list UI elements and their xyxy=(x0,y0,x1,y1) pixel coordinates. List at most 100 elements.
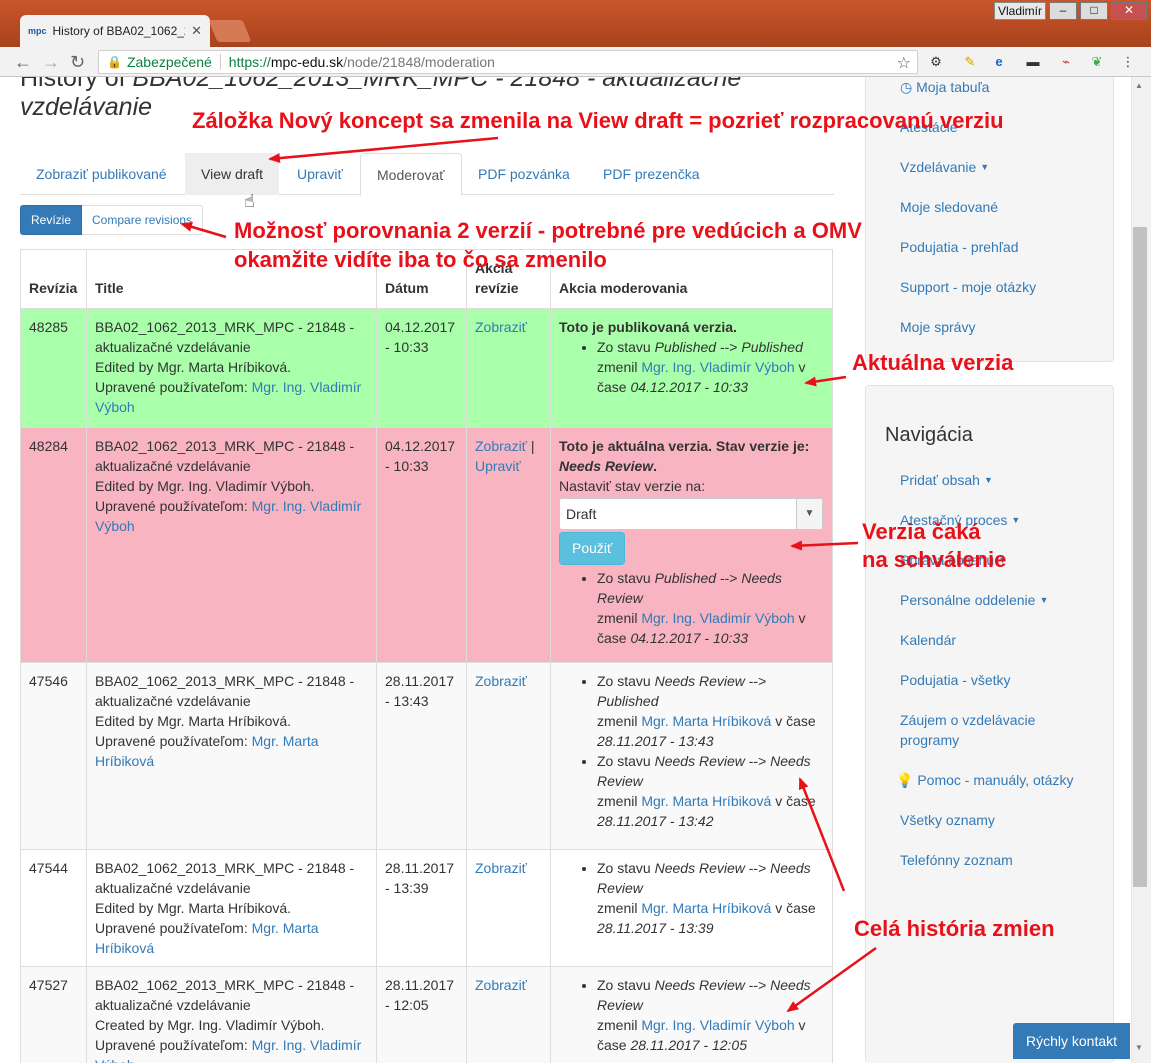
log-user-link[interactable]: Mgr. Ing. Vladimír Výboh xyxy=(641,610,794,626)
view-revision-link[interactable]: Zobraziť xyxy=(475,673,527,689)
bookmark-star-icon[interactable]: ☆ xyxy=(897,53,911,73)
forward-icon[interactable]: → xyxy=(42,52,60,72)
tab-edit[interactable]: Upraviť xyxy=(281,153,359,195)
revision-edited-by: Edited by Mgr. Marta Hríbiková. xyxy=(95,900,292,916)
scrollbar-thumb[interactable] xyxy=(1133,227,1147,887)
tab-moderate[interactable]: Moderovať xyxy=(360,153,462,196)
moderation-heading: Toto je aktuálna verzia. Stav verzie je: xyxy=(559,438,810,454)
back-icon[interactable]: ← xyxy=(14,52,32,72)
moderation-log: Zo stavu Needs Review --> Needs Reviewzm… xyxy=(559,975,824,1055)
close-window-button[interactable]: ✕ xyxy=(1111,2,1147,20)
sidebar-item-calendar[interactable]: Kalendár xyxy=(900,630,956,650)
action-separator: | xyxy=(530,438,535,454)
revision-title-cell: BBA02_1062_2013_MRK_MPC - 21848 - aktual… xyxy=(86,427,377,663)
updated-by-label: Upravené používateľom: xyxy=(95,498,248,514)
sidebar-item-support[interactable]: Support - moje otázky xyxy=(900,277,1036,297)
highlighter-icon[interactable]: ✎ xyxy=(962,54,978,70)
page-title-node: BBA02_1062_2013_MRK_MPC - 21848 - aktual… xyxy=(132,77,742,92)
close-tab-icon[interactable]: ✕ xyxy=(191,23,202,39)
annotation-waiting-1: Verzia čaká xyxy=(862,519,981,544)
table-row: 48285 BBA02_1062_2013_MRK_MPC - 21848 - … xyxy=(20,308,833,428)
sidebar-item-all-notices[interactable]: Všetky oznamy xyxy=(900,810,995,830)
log-time-label: v čase xyxy=(775,793,816,809)
browser-user-badge[interactable]: Vladimír xyxy=(994,2,1046,20)
maximize-button[interactable]: □ xyxy=(1080,2,1108,20)
reload-icon[interactable]: ↻ xyxy=(70,52,85,72)
log-by-label: zmenil xyxy=(597,610,638,626)
url-host: mpc-edu.sk xyxy=(270,54,344,70)
revision-actions: Zobraziť xyxy=(466,849,551,967)
moderation-cell: Zo stavu Needs Review --> Needs Reviewzm… xyxy=(550,966,833,1063)
new-tab-button[interactable] xyxy=(208,20,252,42)
tab-pdf-attendance[interactable]: PDF prezenčka xyxy=(587,153,715,195)
moderation-log: Zo stavu Needs Review --> Publishedzmeni… xyxy=(559,671,824,831)
display-extension-icon[interactable]: ▬ xyxy=(1025,54,1041,70)
revision-title-cell: BBA02_1062_2013_MRK_MPC - 21848 - aktual… xyxy=(86,966,377,1063)
moderation-cell: Zo stavu Needs Review --> Needs Reviewzm… xyxy=(550,849,833,967)
table-row: 47546 BBA02_1062_2013_MRK_MPC - 21848 - … xyxy=(20,662,833,850)
annotation-current-version: Aktuálna verzia xyxy=(852,350,1014,375)
sidebar-item-hr[interactable]: Personálne oddelenie ▼ xyxy=(900,590,1048,610)
quick-contact-button[interactable]: Rýchly kontakt xyxy=(1013,1023,1130,1059)
view-revision-link[interactable]: Zobraziť xyxy=(475,319,527,335)
log-user-link[interactable]: Mgr. Marta Hríbiková xyxy=(641,713,771,729)
view-revision-link[interactable]: Zobraziť xyxy=(475,438,527,454)
revision-edited-by: Edited by Mgr. Ing. Vladimír Výboh. xyxy=(95,478,315,494)
sidebar-item-add-content[interactable]: Pridať obsah ▼ xyxy=(900,470,993,490)
table-row: 47544 BBA02_1062_2013_MRK_MPC - 21848 - … xyxy=(20,849,833,967)
sidebar-item-education[interactable]: Vzdelávanie ▼ xyxy=(900,157,989,177)
moderation-log-entry: Zo stavu Needs Review --> Publishedzmeni… xyxy=(597,671,824,751)
subtab-compare-revisions[interactable]: Compare revisions xyxy=(82,205,204,235)
browser-tab[interactable]: mpc History of BBA02_1062_20 ✕ xyxy=(20,15,210,47)
subtab-revisions[interactable]: Revízie xyxy=(20,205,83,235)
sidebar-item-phone-directory[interactable]: Telefónny zoznam xyxy=(900,850,1013,870)
browser-menu-icon[interactable]: ⋮ xyxy=(1120,54,1136,70)
view-revision-link[interactable]: Zobraziť xyxy=(475,860,527,876)
apply-state-button[interactable]: Použiť xyxy=(559,532,626,565)
address-bar[interactable]: 🔒 Zabezpečené https://mpc-edu.sk/node/21… xyxy=(98,50,918,74)
moderation-log: Zo stavu Published --> Needs Reviewzmeni… xyxy=(559,568,824,648)
hand-cursor-icon: ☝ xyxy=(244,191,255,211)
revision-title-cell: BBA02_1062_2013_MRK_MPC - 21848 - aktual… xyxy=(86,662,377,850)
log-user-link[interactable]: Mgr. Ing. Vladimír Výboh xyxy=(641,1017,794,1033)
minimize-button[interactable]: – xyxy=(1049,2,1077,20)
log-to-state: Published xyxy=(741,339,803,355)
settings-gear-icon[interactable]: ⚙ xyxy=(928,54,944,70)
tab-pdf-invitation[interactable]: PDF pozvánka xyxy=(462,153,586,195)
revision-date: 04.12.2017 - 10:33 xyxy=(376,308,467,428)
tab-view-draft[interactable]: View draft xyxy=(185,153,279,195)
caret-down-icon: ▼ xyxy=(983,475,993,485)
revision-date: 04.12.2017 - 10:33 xyxy=(376,427,467,663)
edit-revision-link[interactable]: Upraviť xyxy=(475,458,521,474)
view-revision-link[interactable]: Zobraziť xyxy=(475,977,527,993)
browser-toolbar: ← → ↻ 🔒 Zabezpečené https://mpc-edu.sk/n… xyxy=(0,47,1151,77)
sidebar-item-all-events[interactable]: Podujatia - všetky xyxy=(900,670,1011,690)
revision-date: 28.11.2017 - 13:39 xyxy=(376,849,467,967)
updated-by-label: Upravené používateľom: xyxy=(95,379,248,395)
revision-id: 47527 xyxy=(20,966,87,1063)
leaf-extension-icon[interactable]: ❦ xyxy=(1089,54,1105,70)
navigation-panel: Navigácia Pridať obsah ▼ Atestačný proces… xyxy=(865,385,1114,1063)
log-from-state: Needs Review xyxy=(654,977,745,993)
pdf-extension-icon[interactable]: ⌁ xyxy=(1058,54,1074,70)
sidebar-item-events-overview[interactable]: Podujatia - prehľad xyxy=(900,237,1019,257)
tab-view-published[interactable]: Zobraziť publikované xyxy=(20,153,183,195)
sidebar-item-program-interest[interactable]: Záujem o vzdelávacie programy xyxy=(900,710,1050,750)
sidebar-item-dashboard[interactable]: ◷ Moja tabuľa xyxy=(900,77,989,97)
col-header-revision: Revízia xyxy=(20,249,87,309)
sidebar-item-my-watched[interactable]: Moje sledované xyxy=(900,197,998,217)
log-user-link[interactable]: Mgr. Marta Hríbiková xyxy=(641,793,771,809)
scroll-down-icon[interactable]: ▼ xyxy=(1135,1043,1143,1052)
log-from-state: Needs Review xyxy=(654,860,745,876)
scroll-up-icon[interactable]: ▲ xyxy=(1135,81,1143,90)
log-user-link[interactable]: Mgr. Marta Hríbiková xyxy=(641,900,771,916)
state-select[interactable]: Draft ▼ xyxy=(559,498,823,530)
sidebar-item-label: Personálne oddelenie xyxy=(900,592,1036,608)
sidebar-item-messages[interactable]: Moje správy xyxy=(900,317,975,337)
edge-extension-icon[interactable]: e xyxy=(991,54,1007,70)
moderation-log-entry: Zo stavu Published --> Needs Reviewzmeni… xyxy=(597,568,824,648)
lightbulb-icon: 💡 xyxy=(896,772,914,788)
log-user-link[interactable]: Mgr. Ing. Vladimír Výboh xyxy=(641,359,794,375)
log-to-state: Published xyxy=(597,693,659,709)
sidebar-item-help[interactable]: 💡 Pomoc - manuály, otázky xyxy=(896,770,1073,790)
